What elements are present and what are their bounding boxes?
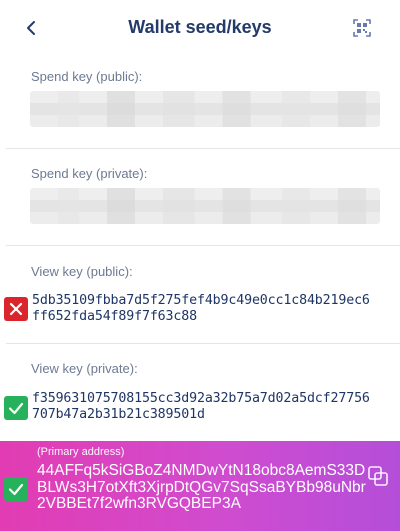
divider — [6, 148, 400, 149]
divider — [6, 245, 400, 246]
valid-address-badge — [4, 477, 28, 501]
invalid-key-badge — [4, 297, 28, 321]
view-private-label: View key (private): — [31, 361, 138, 376]
divider — [6, 343, 400, 344]
qr-scan-icon — [353, 19, 371, 37]
primary-address-label: (Primary address) — [37, 446, 125, 458]
spend-public-value-blurred — [30, 91, 380, 127]
primary-address-panel: (Primary address) 44AFFq5kSiGBoZ4NMDwYtN… — [0, 441, 400, 531]
check-icon — [8, 483, 24, 496]
copy-icon — [368, 466, 388, 486]
qr-scan-button[interactable] — [352, 18, 372, 38]
spend-private-label: Spend key (private): — [31, 166, 148, 181]
view-private-value[interactable]: f359631075708155cc3d92a32b75a7d02a5dcf27… — [32, 391, 377, 423]
close-icon — [9, 302, 23, 316]
valid-key-badge — [4, 396, 28, 420]
page-title: Wallet seed/keys — [128, 17, 272, 37]
primary-address-value[interactable]: 44AFFq5kSiGBoZ4NMDwYtN18obc8AemS33DBLWs3… — [37, 462, 367, 513]
view-public-label: View key (public): — [31, 264, 133, 279]
copy-address-button[interactable] — [366, 464, 390, 488]
header: Wallet seed/keys — [0, 0, 400, 56]
spend-private-value-blurred — [30, 188, 380, 224]
spend-public-label: Spend key (public): — [31, 69, 143, 84]
view-public-value[interactable]: 5db35109fbba7d5f275fef4b9c49e0cc1c84b219… — [32, 293, 377, 325]
check-icon — [8, 402, 24, 415]
